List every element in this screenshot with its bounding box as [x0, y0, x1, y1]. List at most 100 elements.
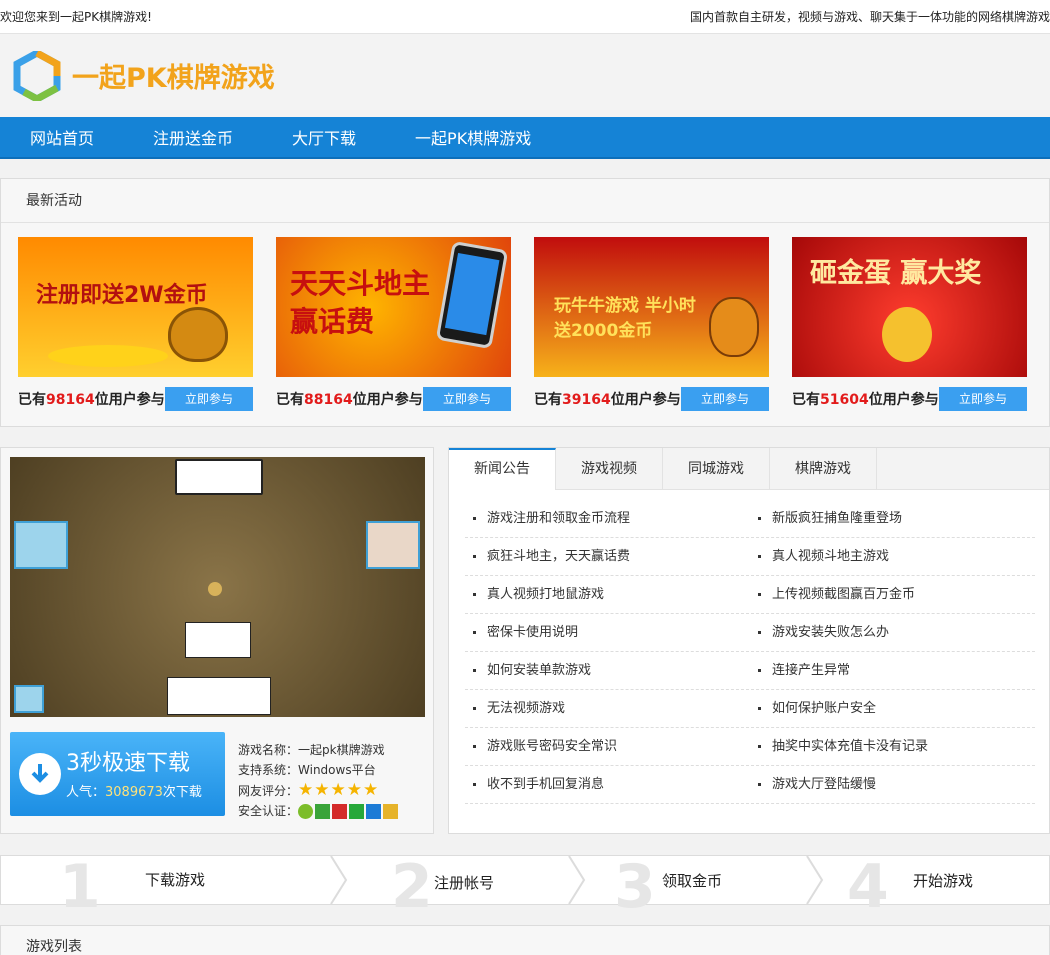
news-row: 真人视频打地鼠游戏 上传视频截图赢百万金币 — [465, 576, 1035, 614]
game-list-panel: 游戏列表 — [0, 925, 1050, 955]
popularity-label: 人气： — [66, 785, 106, 800]
phone-icon — [435, 240, 509, 350]
join-button[interactable]: 立即参与 — [165, 387, 253, 411]
security-badge-icon — [383, 803, 399, 819]
news-link[interactable]: 真人视频打地鼠游戏 — [465, 576, 750, 614]
steps-bar: 1 下载游戏 2 注册帐号 3 领取金币 4 开始游戏 — [0, 852, 1050, 922]
download-title: 3秒极速下载 — [66, 751, 190, 776]
gold-pot-icon — [168, 307, 228, 362]
news-row: 游戏账号密码安全常识 抽奖中实体充值卡没有记录 — [465, 728, 1035, 766]
news-link[interactable]: 上传视频截图赢百万金币 — [750, 576, 1035, 614]
game-list-title: 游戏列表 — [26, 939, 82, 955]
step-number: 3 — [614, 852, 656, 922]
step-3: 3 领取金币 — [614, 852, 794, 922]
logo-text[interactable]: 一起PK棋牌游戏 — [72, 56, 275, 95]
activity-suffix: 位用户参与 — [868, 392, 939, 408]
rating-stars-icon: ★★★★★ — [298, 780, 380, 800]
popularity-value: 3089673 — [105, 785, 163, 800]
played-cards-icon — [185, 622, 251, 658]
security-row: 安全认证： — [238, 801, 399, 821]
activity-banner-1[interactable]: 注册即送2W金币 — [18, 237, 253, 377]
news-row: 无法视频游戏 如何保护账户安全 — [465, 690, 1035, 728]
security-badge-icon — [332, 803, 348, 819]
coin-icon — [208, 582, 222, 596]
rating-row: 网友评分：★★★★★ — [238, 780, 398, 801]
activity-row-4: 已有51604位用户参与 立即参与 — [792, 386, 1027, 412]
activity-banner-4-text: 砸金蛋 赢大奖 — [810, 258, 982, 289]
security-badge-icon — [298, 803, 314, 819]
tab-card-games[interactable]: 棋牌游戏 — [770, 448, 877, 490]
join-button[interactable]: 立即参与 — [423, 387, 511, 411]
tab-local-games[interactable]: 同城游戏 — [663, 448, 770, 490]
system-row: 支持系统：Windows平台 — [238, 760, 398, 780]
rating-label: 网友评分： — [238, 784, 299, 798]
download-arrow-icon — [19, 753, 61, 795]
step-number: 1 — [59, 852, 101, 922]
participant-count: 88164 — [304, 392, 353, 408]
news-link[interactable]: 连接产生异常 — [750, 652, 1035, 690]
header: 一起PK棋牌游戏 — [0, 34, 1050, 117]
nav-pk-games[interactable]: 一起PK棋牌游戏 — [415, 125, 531, 149]
logo-icon[interactable] — [12, 50, 62, 101]
join-button[interactable]: 立即参与 — [681, 387, 769, 411]
game-panel: 3秒极速下载 人气：3089673次下载 游戏名称：一起pk棋牌游戏 支持系统：… — [0, 447, 434, 834]
news-link[interactable]: 疯狂斗地主，天天赢话费 — [465, 538, 750, 576]
activity-banner-1-text: 注册即送2W金币 — [36, 283, 208, 308]
nav-home[interactable]: 网站首页 — [30, 125, 94, 149]
news-link[interactable]: 收不到手机回复消息 — [465, 766, 750, 804]
news-link[interactable]: 真人视频斗地主游戏 — [750, 538, 1035, 576]
activity-prefix: 已有 — [18, 392, 46, 408]
tab-videos[interactable]: 游戏视频 — [556, 448, 663, 490]
gold-coins-icon — [48, 345, 168, 367]
news-row: 如何安装单款游戏 连接产生异常 — [465, 652, 1035, 690]
activity-row-2: 已有88164位用户参与 立即参与 — [276, 386, 511, 412]
activity-banner-4[interactable]: 砸金蛋 赢大奖 — [792, 237, 1027, 377]
game-screenshot[interactable] — [10, 457, 425, 717]
activities-title: 最新活动 — [1, 179, 1049, 223]
activity-banner-3[interactable]: 玩牛牛游戏 半小时送2000金币 — [534, 237, 769, 377]
hand-cards-icon — [167, 677, 271, 715]
step-1: 1 下载游戏 — [59, 852, 329, 922]
news-link[interactable]: 新版疯狂捕鱼隆重登场 — [750, 500, 1035, 538]
activity-banner-3-text: 玩牛牛游戏 半小时送2000金币 — [554, 296, 696, 341]
news-link[interactable]: 游戏大厅登陆缓慢 — [750, 766, 1035, 804]
nav-download[interactable]: 大厅下载 — [292, 125, 356, 149]
tab-news[interactable]: 新闻公告 — [449, 448, 556, 490]
nav-register[interactable]: 注册送金币 — [153, 125, 233, 149]
step-number: 2 — [391, 852, 433, 922]
news-link[interactable]: 如何保护账户安全 — [750, 690, 1035, 728]
step-4: 4 开始游戏 — [847, 852, 1037, 922]
activity-suffix: 位用户参与 — [610, 392, 681, 408]
player-avatar-right — [366, 521, 420, 569]
news-link[interactable]: 无法视频游戏 — [465, 690, 750, 728]
download-button[interactable]: 3秒极速下载 人气：3089673次下载 — [10, 732, 225, 816]
popularity: 人气：3089673次下载 — [66, 781, 202, 800]
news-row: 疯狂斗地主，天天赢话费 真人视频斗地主游戏 — [465, 538, 1035, 576]
news-link[interactable]: 密保卡使用说明 — [465, 614, 750, 652]
activity-suffix: 位用户参与 — [94, 392, 165, 408]
news-row: 游戏注册和领取金币流程 新版疯狂捕鱼隆重登场 — [465, 500, 1035, 538]
step-label: 注册帐号 — [434, 874, 495, 892]
news-link[interactable]: 游戏账号密码安全常识 — [465, 728, 750, 766]
main-nav: 网站首页 注册送金币 大厅下载 一起PK棋牌游戏 — [0, 117, 1050, 159]
security-badge-icon — [315, 803, 331, 819]
activity-suffix: 位用户参与 — [352, 392, 423, 408]
activity-row-3: 已有39164位用户参与 立即参与 — [534, 386, 769, 412]
activity-prefix: 已有 — [276, 392, 304, 408]
join-button[interactable]: 立即参与 — [939, 387, 1027, 411]
news-tabs: 新闻公告 游戏视频 同城游戏 棋牌游戏 — [449, 448, 1049, 490]
news-link[interactable]: 游戏安装失败怎么办 — [750, 614, 1035, 652]
system-value: Windows平台 — [298, 763, 376, 777]
player-avatar-bottom — [14, 685, 44, 713]
activity-banner-2[interactable]: 天天斗地主赢话费 — [276, 237, 511, 377]
news-link[interactable]: 如何安装单款游戏 — [465, 652, 750, 690]
news-link[interactable]: 抽奖中实体充值卡没有记录 — [750, 728, 1035, 766]
step-label: 领取金币 — [662, 872, 723, 890]
news-row: 收不到手机回复消息 游戏大厅登陆缓慢 — [465, 766, 1035, 804]
activity-row-1: 已有98164位用户参与 立即参与 — [18, 386, 253, 412]
news-link[interactable]: 游戏注册和领取金币流程 — [465, 500, 750, 538]
welcome-text: 欢迎您来到一起PK棋牌游戏! — [0, 10, 152, 24]
golden-egg-icon — [882, 307, 932, 362]
game-name-value: 一起pk棋牌游戏 — [298, 743, 385, 757]
security-badge-icon — [366, 803, 382, 819]
